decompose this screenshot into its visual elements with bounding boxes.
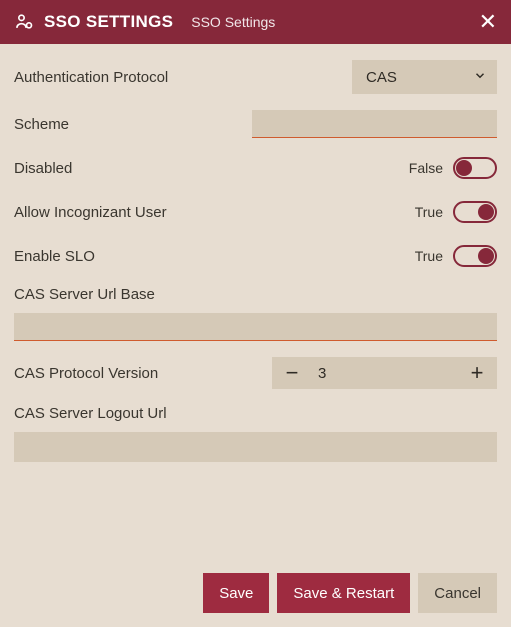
field-cas-protocol-version: CAS Protocol Version − 3 + <box>14 349 497 397</box>
auth-protocol-value: CAS <box>366 69 397 86</box>
disabled-toggle[interactable] <box>453 157 497 179</box>
allow-incognizant-value-text: True <box>415 204 443 220</box>
field-allow-incognizant: Allow Incognizant User True <box>14 190 497 234</box>
allow-incognizant-toggle[interactable] <box>453 201 497 223</box>
field-cas-logout-url: CAS Server Logout Url <box>14 397 497 470</box>
scheme-label: Scheme <box>14 116 252 133</box>
field-auth-protocol: Authentication Protocol CAS <box>14 52 497 102</box>
dialog-content: Authentication Protocol CAS Scheme Disab… <box>0 44 511 559</box>
cas-logout-url-label: CAS Server Logout Url <box>14 405 497 422</box>
cas-protocol-version-value[interactable]: 3 <box>312 365 457 382</box>
stepper-plus-button[interactable]: + <box>457 357 497 389</box>
cas-url-base-input[interactable] <box>14 313 497 341</box>
field-cas-url-base: CAS Server Url Base <box>14 278 497 349</box>
scheme-input[interactable] <box>252 110 497 138</box>
save-button[interactable]: Save <box>203 573 269 613</box>
dialog-footer: Save Save & Restart Cancel <box>0 559 511 627</box>
cas-protocol-version-stepper: − 3 + <box>272 357 497 389</box>
field-scheme: Scheme <box>14 102 497 146</box>
enable-slo-toggle[interactable] <box>453 245 497 267</box>
close-icon[interactable]: ✕ <box>479 11 497 33</box>
disabled-value-text: False <box>409 160 443 176</box>
dialog-header: SSO SETTINGS SSO Settings ✕ <box>0 0 511 44</box>
auth-protocol-select[interactable]: CAS <box>352 60 497 94</box>
field-disabled: Disabled False <box>14 146 497 190</box>
cancel-button[interactable]: Cancel <box>418 573 497 613</box>
sso-settings-icon <box>14 12 34 32</box>
allow-incognizant-label: Allow Incognizant User <box>14 204 415 221</box>
enable-slo-label: Enable SLO <box>14 248 415 265</box>
disabled-label: Disabled <box>14 160 409 177</box>
field-enable-slo: Enable SLO True <box>14 234 497 278</box>
cas-logout-url-input[interactable] <box>14 432 497 462</box>
dialog-subtitle: SSO Settings <box>191 14 275 30</box>
stepper-minus-button[interactable]: − <box>272 357 312 389</box>
chevron-down-icon <box>473 69 487 86</box>
dialog-title: SSO SETTINGS <box>44 12 173 32</box>
enable-slo-value-text: True <box>415 248 443 264</box>
save-restart-button[interactable]: Save & Restart <box>277 573 410 613</box>
auth-protocol-label: Authentication Protocol <box>14 69 352 86</box>
cas-protocol-version-label: CAS Protocol Version <box>14 365 272 382</box>
cas-url-base-label: CAS Server Url Base <box>14 286 497 303</box>
